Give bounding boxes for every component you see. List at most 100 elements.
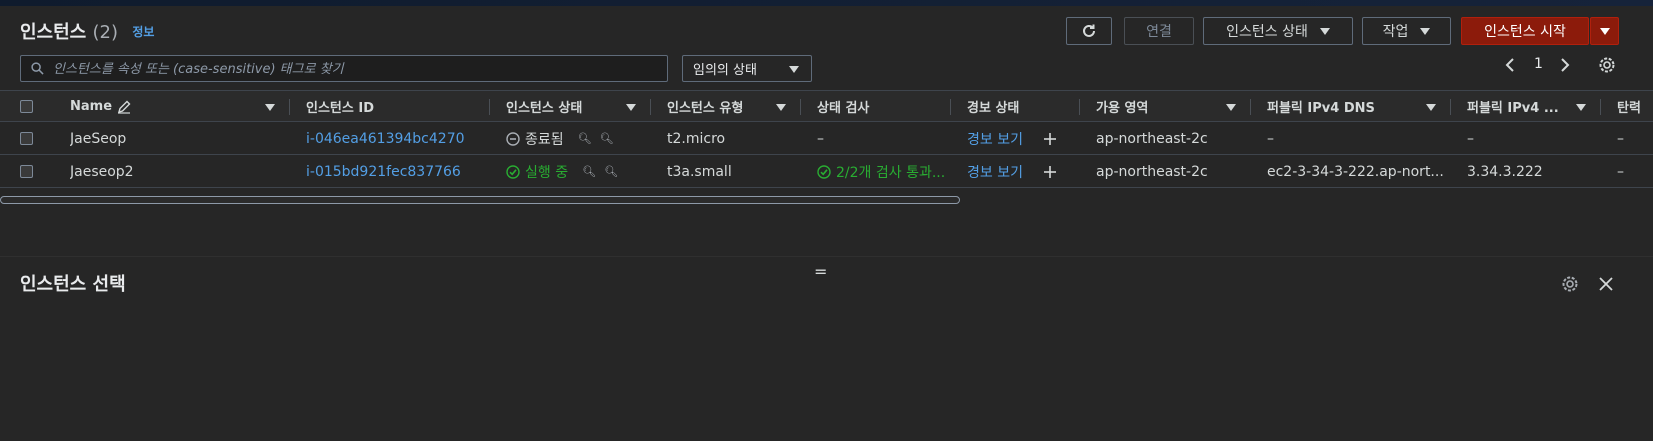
title-text: 인스턴스 [20, 22, 87, 43]
select-all-cell [0, 91, 52, 122]
launch-instance-button[interactable]: 인스턴스 시작 [1461, 17, 1589, 45]
public-ip-cell: 3.34.3.222 [1467, 163, 1543, 180]
table-row[interactable]: JaeSeop i-046ea461394bc4270 종료됨 🔍︎ 🔍︎ t2… [0, 122, 1653, 155]
instance-type-cell: t2.micro [667, 130, 726, 147]
page-number[interactable]: 1 [1534, 56, 1543, 72]
public-dns-cell: ec2-3-34-3-222.ap-nort... [1267, 163, 1444, 180]
split-divider [0, 256, 1653, 257]
instance-count: (2) [92, 22, 119, 43]
caret-down-icon [1599, 27, 1610, 35]
sort-icon[interactable] [776, 104, 786, 111]
column-header-public-ip[interactable]: 퍼블릭 IPv4 ... [1451, 91, 1601, 122]
connect-button[interactable]: 연결 [1124, 17, 1194, 45]
column-header-elastic-ip[interactable]: 탄력 [1601, 91, 1653, 122]
stopped-state-icon [506, 131, 520, 146]
add-alarm-button[interactable] [1043, 122, 1067, 155]
instance-id-link[interactable]: i-046ea461394bc4270 [306, 122, 486, 155]
column-header-instance-state[interactable]: 인스턴스 상태 [490, 91, 651, 122]
row-select-cell [0, 155, 52, 188]
caret-down-icon [1319, 27, 1330, 35]
sort-icon[interactable] [1576, 104, 1586, 111]
column-header-availability-zone[interactable]: 가용 영역 [1080, 91, 1251, 122]
sort-icon[interactable] [1426, 104, 1436, 111]
edit-pencil-icon [117, 100, 131, 114]
sort-icon[interactable] [626, 104, 636, 111]
chevron-left-icon [1505, 58, 1514, 72]
running-check-icon [506, 164, 520, 179]
status-check-cell: 2/2개 검사 통과... [817, 155, 951, 188]
prev-page-button[interactable] [1502, 56, 1518, 74]
zoom-out-icon[interactable]: 🔍︎ [600, 132, 614, 145]
resize-handle[interactable]: = [814, 262, 827, 281]
table-settings-button[interactable] [1597, 55, 1617, 75]
add-alarm-button[interactable] [1043, 155, 1067, 188]
column-label: 퍼블릭 IPv4 ... [1467, 101, 1559, 116]
search-box[interactable] [20, 55, 668, 82]
search-icon [31, 62, 44, 75]
instance-state-label: 인스턴스 상태 [1226, 24, 1308, 40]
elastic-ip-cell: – [1617, 163, 1624, 180]
page-title: 인스턴스 (2) 정보 [20, 18, 154, 44]
close-icon [1599, 277, 1613, 291]
launch-label: 인스턴스 시작 [1484, 24, 1566, 40]
column-header-name[interactable]: Name [52, 91, 290, 122]
instance-id-link[interactable]: i-015bd921fec837766 [306, 155, 486, 188]
caret-down-icon [1420, 27, 1431, 35]
public-ip-cell: – [1467, 130, 1474, 147]
sort-icon[interactable] [265, 104, 275, 111]
refresh-icon [1083, 24, 1095, 37]
state-filter-value: 임의의 상태 [693, 63, 757, 78]
select-all-checkbox[interactable] [19, 100, 33, 113]
row-checkbox[interactable] [19, 165, 33, 178]
search-input[interactable] [53, 59, 653, 79]
column-label: Name [70, 99, 113, 114]
refresh-button[interactable] [1066, 17, 1112, 45]
caret-down-icon [789, 66, 799, 73]
zoom-out-icon[interactable]: 🔍︎ [604, 165, 618, 178]
column-header-alarm-status[interactable]: 경보 상태 [951, 91, 1080, 122]
column-header-public-dns[interactable]: 퍼블릭 IPv4 DNS [1251, 91, 1451, 122]
zoom-in-icon[interactable]: 🔍︎ [578, 132, 592, 145]
close-details-button[interactable] [1596, 274, 1616, 294]
state-label: 실행 중 [525, 164, 569, 181]
column-header-instance-type[interactable]: 인스턴스 유형 [651, 91, 801, 122]
zoom-in-icon[interactable]: 🔍︎ [582, 165, 596, 178]
column-label: 가용 영역 [1096, 101, 1149, 116]
instance-state-cell: 실행 중 🔍︎ 🔍︎ [506, 155, 651, 188]
sort-icon[interactable] [1226, 104, 1236, 111]
column-header-instance-id[interactable]: 인스턴스 ID [290, 91, 490, 122]
instance-state-button[interactable]: 인스턴스 상태 [1203, 17, 1353, 45]
column-header-status-check[interactable]: 상태 검사 [801, 91, 951, 122]
elastic-ip-cell: – [1617, 130, 1624, 147]
connect-label: 연결 [1146, 24, 1172, 40]
state-filter-select[interactable]: 임의의 상태 [682, 55, 812, 82]
chevron-right-icon [1561, 58, 1570, 72]
public-dns-cell: – [1267, 130, 1274, 147]
view-alarms-link[interactable]: 경보 보기 [967, 155, 1037, 188]
status-check-label: 2/2개 검사 통과... [836, 164, 946, 181]
instance-type-cell: t3a.small [667, 163, 732, 180]
gear-icon [1562, 276, 1578, 292]
name-cell: JaeSeop [70, 130, 127, 147]
info-link[interactable]: 정보 [132, 25, 154, 39]
column-label: 탄력 [1617, 101, 1641, 116]
row-checkbox[interactable] [19, 132, 33, 145]
actions-label: 작업 [1382, 24, 1409, 40]
details-title: 인스턴스 선택 [20, 274, 126, 295]
next-page-button[interactable] [1557, 56, 1573, 74]
gear-icon [1599, 57, 1615, 73]
horizontal-scrollbar[interactable] [0, 196, 960, 204]
name-cell: Jaeseop2 [70, 163, 134, 180]
az-cell: ap-northeast-2c [1096, 163, 1208, 180]
actions-button[interactable]: 작업 [1362, 17, 1451, 45]
column-label: 상태 검사 [817, 101, 870, 116]
table-row[interactable]: Jaeseop2 i-015bd921fec837766 실행 중 🔍︎ 🔍︎ … [0, 155, 1653, 188]
check-passed-icon [817, 164, 831, 179]
launch-options-button[interactable] [1590, 17, 1619, 45]
table-header: Name 인스턴스 ID 인스턴스 상태 인스턴스 유형 상태 검사 경보 상태… [0, 90, 1653, 122]
column-label: 경보 상태 [967, 101, 1020, 116]
column-label: 인스턴스 ID [306, 101, 374, 116]
view-alarms-link[interactable]: 경보 보기 [967, 122, 1037, 155]
plus-icon [1044, 165, 1056, 178]
details-settings-button[interactable] [1560, 274, 1580, 294]
